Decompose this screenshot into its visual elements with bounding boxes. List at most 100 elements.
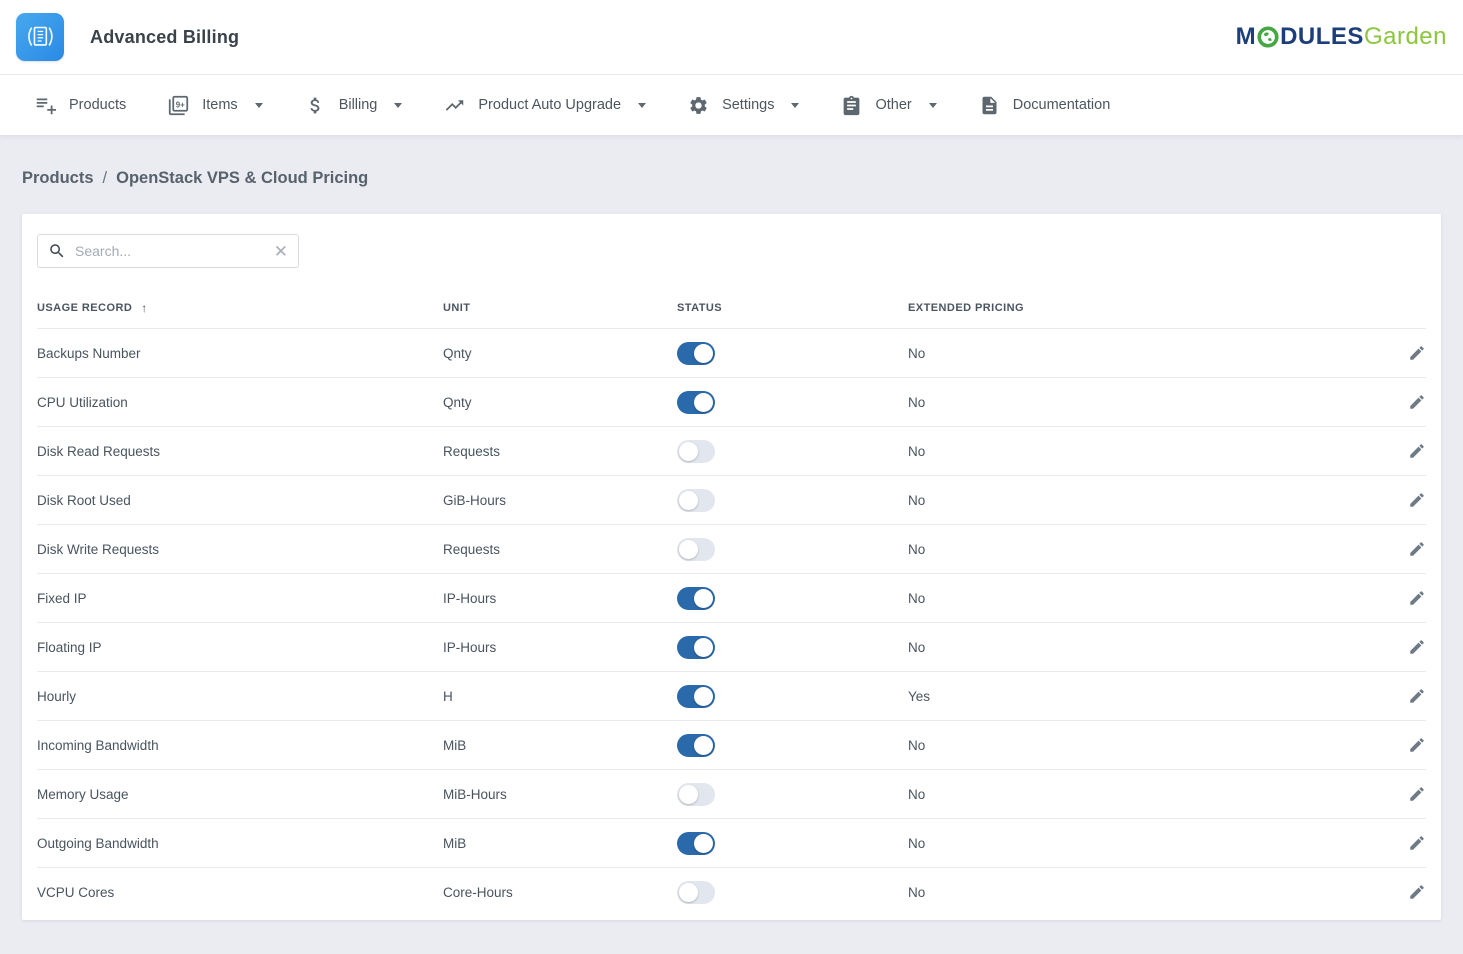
gear-icon bbox=[688, 95, 709, 116]
close-icon[interactable]: ✕ bbox=[274, 243, 288, 260]
modulesgarden-logo[interactable]: M DULES Garden bbox=[1236, 25, 1447, 49]
toggle-knob bbox=[694, 687, 713, 706]
edit-cell bbox=[1378, 785, 1426, 803]
unit-cell: IP-Hours bbox=[443, 591, 677, 606]
edit-icon[interactable] bbox=[1408, 834, 1426, 852]
usage-record-cell: Disk Write Requests bbox=[37, 542, 443, 557]
status-toggle[interactable] bbox=[677, 636, 715, 659]
status-cell bbox=[677, 881, 908, 904]
unit-cell: GiB-Hours bbox=[443, 493, 677, 508]
status-cell bbox=[677, 440, 908, 463]
breadcrumb-current-page: OpenStack VPS & Cloud Pricing bbox=[116, 169, 368, 188]
extended-pricing-cell: No bbox=[908, 395, 1378, 410]
status-cell bbox=[677, 391, 908, 414]
unit-cell: IP-Hours bbox=[443, 640, 677, 655]
unit-cell: MiB bbox=[443, 738, 677, 753]
unit-cell: Core-Hours bbox=[443, 885, 677, 900]
edit-icon[interactable] bbox=[1408, 344, 1426, 362]
edit-cell bbox=[1378, 589, 1426, 607]
nav-item-items[interactable]: 9+ Items bbox=[147, 75, 283, 135]
column-header-unit[interactable]: Unit bbox=[443, 302, 677, 314]
brand-prefix: M bbox=[1236, 25, 1257, 49]
status-toggle[interactable] bbox=[677, 783, 715, 806]
table-row: Hourly H Yes bbox=[37, 671, 1426, 720]
chevron-down-icon bbox=[791, 103, 799, 108]
toggle-knob bbox=[694, 589, 713, 608]
nav-item-documentation[interactable]: Documentation bbox=[958, 75, 1132, 135]
chevron-down-icon bbox=[929, 103, 937, 108]
svg-text:9+: 9+ bbox=[176, 100, 185, 109]
status-cell bbox=[677, 734, 908, 757]
advanced-billing-logo-icon bbox=[16, 13, 64, 61]
toggle-knob bbox=[694, 834, 713, 853]
edit-icon[interactable] bbox=[1408, 785, 1426, 803]
document-icon bbox=[979, 95, 1000, 116]
usage-record-cell: Outgoing Bandwidth bbox=[37, 836, 443, 851]
usage-record-cell: Disk Root Used bbox=[37, 493, 443, 508]
edit-icon[interactable] bbox=[1408, 883, 1426, 901]
status-cell bbox=[677, 783, 908, 806]
usage-record-cell: Floating IP bbox=[37, 640, 443, 655]
column-header-status[interactable]: Status bbox=[677, 302, 908, 314]
nav-item-products[interactable]: Products bbox=[14, 75, 147, 135]
status-toggle[interactable] bbox=[677, 489, 715, 512]
toggle-knob bbox=[694, 736, 713, 755]
edit-icon[interactable] bbox=[1408, 540, 1426, 558]
status-toggle[interactable] bbox=[677, 832, 715, 855]
nav-item-product-auto-upgrade[interactable]: Product Auto Upgrade bbox=[423, 75, 667, 135]
edit-icon[interactable] bbox=[1408, 687, 1426, 705]
nav-item-other[interactable]: Other bbox=[820, 75, 957, 135]
sort-asc-icon: ↑ bbox=[141, 301, 147, 315]
brand-suffix: Garden bbox=[1364, 25, 1447, 49]
column-header-extended-pricing[interactable]: Extended Pricing bbox=[908, 302, 1378, 314]
unit-cell: MiB-Hours bbox=[443, 787, 677, 802]
nav-item-settings[interactable]: Settings bbox=[667, 75, 820, 135]
breadcrumb-products-link[interactable]: Products bbox=[22, 169, 94, 188]
status-toggle[interactable] bbox=[677, 538, 715, 561]
extended-pricing-cell: No bbox=[908, 493, 1378, 508]
edit-icon[interactable] bbox=[1408, 589, 1426, 607]
edit-icon[interactable] bbox=[1408, 638, 1426, 656]
extended-pricing-cell: No bbox=[908, 640, 1378, 655]
breadcrumb: Products / OpenStack VPS & Cloud Pricing bbox=[0, 135, 1463, 188]
status-toggle[interactable] bbox=[677, 685, 715, 708]
nav-item-billing[interactable]: Billing bbox=[284, 75, 424, 135]
main-nav: Products 9+ Items Billing Product Auto U… bbox=[0, 75, 1463, 135]
edit-icon[interactable] bbox=[1408, 491, 1426, 509]
toggle-knob bbox=[694, 393, 713, 412]
column-header-usage-record[interactable]: Usage Record ↑ bbox=[37, 301, 443, 315]
edit-cell bbox=[1378, 540, 1426, 558]
usage-record-cell: Fixed IP bbox=[37, 591, 443, 606]
extended-pricing-cell: No bbox=[908, 444, 1378, 459]
status-toggle[interactable] bbox=[677, 734, 715, 757]
table-row: Floating IP IP-Hours No bbox=[37, 622, 1426, 671]
status-toggle[interactable] bbox=[677, 391, 715, 414]
extended-pricing-cell: No bbox=[908, 346, 1378, 361]
edit-cell bbox=[1378, 883, 1426, 901]
status-toggle[interactable] bbox=[677, 440, 715, 463]
table-row: Outgoing Bandwidth MiB No bbox=[37, 818, 1426, 867]
top-header: Advanced Billing M DULES Garden bbox=[0, 0, 1463, 75]
playlist-add-icon bbox=[35, 95, 56, 116]
unit-cell: Qnty bbox=[443, 395, 677, 410]
edit-icon[interactable] bbox=[1408, 442, 1426, 460]
status-toggle[interactable] bbox=[677, 587, 715, 610]
edit-icon[interactable] bbox=[1408, 736, 1426, 754]
table-body: Backups Number Qnty No CPU Utilization Q… bbox=[37, 328, 1426, 916]
toggle-knob bbox=[679, 491, 698, 510]
status-toggle[interactable] bbox=[677, 342, 715, 365]
status-cell bbox=[677, 587, 908, 610]
toggle-knob bbox=[694, 638, 713, 657]
usage-record-cell: CPU Utilization bbox=[37, 395, 443, 410]
search-input[interactable] bbox=[75, 243, 265, 259]
unit-cell: Requests bbox=[443, 444, 677, 459]
table-row: Disk Read Requests Requests No bbox=[37, 426, 1426, 475]
edit-cell bbox=[1378, 834, 1426, 852]
table-row: VCPU Cores Core-Hours No bbox=[37, 867, 1426, 916]
trending-up-icon bbox=[444, 95, 465, 116]
extended-pricing-cell: No bbox=[908, 885, 1378, 900]
status-cell bbox=[677, 636, 908, 659]
status-cell bbox=[677, 685, 908, 708]
edit-icon[interactable] bbox=[1408, 393, 1426, 411]
status-toggle[interactable] bbox=[677, 881, 715, 904]
